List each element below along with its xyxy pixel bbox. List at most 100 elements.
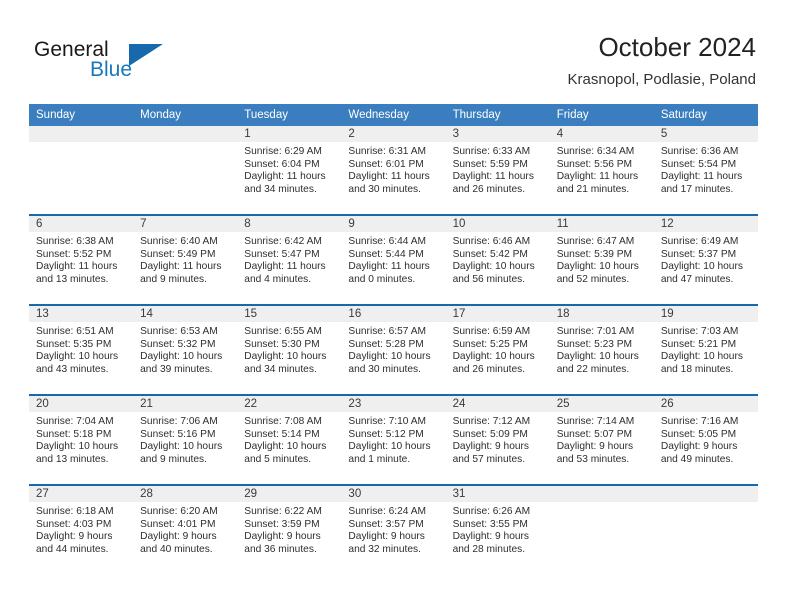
general-blue-logo[interactable]: General Blue [34, 38, 224, 90]
sunrise-text: Sunrise: 6:33 AM [452, 146, 531, 157]
daylight-text-line2: and 36 minutes. [244, 543, 317, 555]
day-cell-empty [653, 486, 758, 574]
daylight-text-line2: and 22 minutes. [556, 363, 630, 375]
daylight-text-line2: and 28 minutes. [452, 543, 526, 555]
day-details: Sunrise: 7:12 AM Sunset: 5:09 PM Daylight:… [446, 412, 550, 466]
weekday-header-wednesday: Wednesday [348, 109, 409, 121]
day-cell[interactable]: 15 Sunrise: 6:55 AM Sunset: 5:30 PM Dayligh… [237, 306, 342, 394]
sunrise-text: Sunrise: 6:20 AM [140, 506, 218, 517]
day-cell[interactable]: 21 Sunrise: 7:06 AM Sunset: 5:16 PM Dayligh… [133, 396, 238, 484]
daylight-text-line2: and 30 minutes. [348, 183, 421, 195]
day-details: Sunrise: 6:20 AM Sunset: 4:01 PM Daylight:… [133, 502, 237, 556]
day-number: 14 [133, 306, 238, 322]
daylight-text-line2: and 4 minutes. [244, 273, 312, 285]
day-cell[interactable]: 3 Sunrise: 6:33 AM Sunset: 5:59 PM Daylight… [445, 126, 550, 214]
day-cell[interactable]: 1 Sunrise: 6:29 AM Sunset: 6:04 PM Daylight… [237, 126, 342, 214]
day-cell[interactable]: 7 Sunrise: 6:40 AM Sunset: 5:49 PM Daylight… [133, 216, 238, 304]
sunset-text: Sunset: 5:56 PM [556, 158, 633, 170]
logo-triangle-icon [129, 44, 163, 66]
daylight-text-line2: and 17 minutes. [660, 183, 734, 195]
day-details: Sunrise: 7:01 AM Sunset: 5:23 PM Daylight:… [550, 322, 654, 376]
day-details: Sunrise: 6:36 AM Sunset: 5:54 PM Daylight:… [654, 142, 758, 196]
daylight-text-line2: and 5 minutes. [244, 453, 312, 465]
sunrise-text: Sunrise: 6:29 AM [244, 146, 322, 157]
daylight-text-line1: Daylight: 10 hours [244, 441, 327, 453]
day-number: 28 [133, 486, 238, 502]
day-cell[interactable]: 29 Sunrise: 6:22 AM Sunset: 3:59 PM Dayligh… [237, 486, 342, 574]
sunrise-text: Sunrise: 6:24 AM [348, 506, 427, 517]
day-cell[interactable]: 19 Sunrise: 7:03 AM Sunset: 5:21 PM Dayligh… [653, 306, 758, 394]
daylight-text-line2: and 44 minutes. [36, 543, 109, 555]
sunset-text: Sunset: 5:59 PM [452, 158, 528, 170]
day-cell[interactable]: 13 Sunrise: 6:51 AM Sunset: 5:35 PM Dayligh… [29, 306, 134, 394]
day-number: 19 [653, 306, 758, 322]
day-number: 29 [237, 486, 342, 502]
day-details: Sunrise: 6:53 AM Sunset: 5:32 PM Daylight:… [133, 322, 237, 376]
day-number: 2 [341, 126, 446, 142]
day-details: Sunrise: 6:26 AM Sunset: 3:55 PM Daylight:… [446, 502, 550, 556]
day-cell[interactable]: 28 Sunrise: 6:20 AM Sunset: 4:01 PM Dayligh… [133, 486, 238, 574]
day-cell[interactable]: 22 Sunrise: 7:08 AM Sunset: 5:14 PM Dayligh… [237, 396, 342, 484]
day-cell[interactable]: 14 Sunrise: 6:53 AM Sunset: 5:32 PM Dayligh… [133, 306, 238, 394]
day-cell[interactable]: 26 Sunrise: 7:16 AM Sunset: 5:05 PM Dayligh… [653, 396, 758, 484]
day-number: 17 [445, 306, 550, 322]
day-cell[interactable]: 20 Sunrise: 7:04 AM Sunset: 5:18 PM Dayligh… [29, 396, 134, 484]
day-cell-empty [29, 126, 134, 214]
day-details: Sunrise: 6:49 AM Sunset: 5:37 PM Daylight:… [654, 232, 758, 286]
day-cell[interactable]: 5 Sunrise: 6:36 AM Sunset: 5:54 PM Daylight… [653, 126, 758, 214]
daylight-text-line2: and 13 minutes. [36, 273, 109, 285]
day-cell[interactable]: 4 Sunrise: 6:34 AM Sunset: 5:56 PM Daylight… [549, 126, 654, 214]
day-details: Sunrise: 6:38 AM Sunset: 5:52 PM Daylight:… [29, 232, 133, 286]
day-cell-empty [133, 126, 238, 214]
calendar-page: General Blue October 2024 Krasnopol, Pod… [0, 0, 792, 612]
daylight-text-line1: Daylight: 10 hours [452, 351, 535, 363]
day-cell[interactable]: 2 Sunrise: 6:31 AM Sunset: 6:01 PM Daylight… [341, 126, 446, 214]
daylight-text-line2: and 34 minutes. [244, 183, 317, 195]
day-details: Sunrise: 6:59 AM Sunset: 5:25 PM Daylight:… [446, 322, 550, 376]
day-cell[interactable]: 16 Sunrise: 6:57 AM Sunset: 5:28 PM Dayligh… [341, 306, 446, 394]
day-details: Sunrise: 6:34 AM Sunset: 5:56 PM Daylight:… [550, 142, 654, 196]
day-number: 25 [549, 396, 654, 412]
day-details: Sunrise: 6:44 AM Sunset: 5:44 PM Daylight:… [341, 232, 445, 286]
day-number: 15 [237, 306, 342, 322]
day-cell[interactable]: 12 Sunrise: 6:49 AM Sunset: 5:37 PM Dayligh… [653, 216, 758, 304]
day-number: 31 [445, 486, 550, 502]
day-number: 4 [549, 126, 654, 142]
sunrise-text: Sunrise: 6:22 AM [244, 506, 322, 517]
weekday-header-thursday: Thursday [452, 109, 501, 121]
daylight-text-line2: and 9 minutes. [140, 453, 207, 465]
day-cell[interactable]: 11 Sunrise: 6:47 AM Sunset: 5:39 PM Dayligh… [549, 216, 654, 304]
daylight-text-line2: and 0 minutes. [348, 273, 416, 285]
weekday-header-saturday: Saturday [660, 109, 707, 121]
logo-text-blue: Blue [90, 58, 133, 81]
sunrise-text: Sunrise: 6:26 AM [452, 506, 531, 517]
daylight-text-line2: and 53 minutes. [556, 453, 630, 465]
sunset-text: Sunset: 5:39 PM [556, 248, 633, 260]
sunrise-text: Sunrise: 6:55 AM [244, 326, 322, 337]
day-cell[interactable]: 8 Sunrise: 6:42 AM Sunset: 5:47 PM Daylight… [237, 216, 342, 304]
day-cell[interactable]: 25 Sunrise: 7:14 AM Sunset: 5:07 PM Dayligh… [549, 396, 654, 484]
day-number [549, 486, 654, 502]
day-cell[interactable]: 18 Sunrise: 7:01 AM Sunset: 5:23 PM Dayligh… [549, 306, 654, 394]
day-cell[interactable]: 27 Sunrise: 6:18 AM Sunset: 4:03 PM Dayligh… [29, 486, 134, 574]
day-cell[interactable]: 30 Sunrise: 6:24 AM Sunset: 3:57 PM Dayligh… [341, 486, 446, 574]
day-number: 13 [29, 306, 134, 322]
daylight-text-line2: and 49 minutes. [660, 453, 734, 465]
day-cell[interactable]: 10 Sunrise: 6:46 AM Sunset: 5:42 PM Dayligh… [445, 216, 550, 304]
day-cell[interactable]: 24 Sunrise: 7:12 AM Sunset: 5:09 PM Dayligh… [445, 396, 550, 484]
sunset-text: Sunset: 5:21 PM [660, 338, 737, 350]
sunrise-text: Sunrise: 6:59 AM [452, 326, 531, 337]
day-cell[interactable]: 31 Sunrise: 6:26 AM Sunset: 3:55 PM Dayligh… [445, 486, 550, 574]
daylight-text-line1: Daylight: 10 hours [36, 351, 119, 363]
sunrise-text: Sunrise: 6:49 AM [660, 236, 739, 247]
daylight-text-line2: and 30 minutes. [348, 363, 421, 375]
day-details: Sunrise: 7:04 AM Sunset: 5:18 PM Daylight:… [29, 412, 133, 466]
day-cell[interactable]: 17 Sunrise: 6:59 AM Sunset: 5:25 PM Dayligh… [445, 306, 550, 394]
day-cell[interactable]: 9 Sunrise: 6:44 AM Sunset: 5:44 PM Daylight… [341, 216, 446, 304]
day-cell[interactable]: 23 Sunrise: 7:10 AM Sunset: 5:12 PM Dayligh… [341, 396, 446, 484]
day-details: Sunrise: 7:16 AM Sunset: 5:05 PM Daylight:… [654, 412, 758, 466]
daylight-text-line1: Daylight: 9 hours [556, 441, 634, 453]
sunrise-text: Sunrise: 6:44 AM [348, 236, 427, 247]
page-subtitle: Krasnopol, Podlasie, Poland [567, 71, 756, 88]
day-cell[interactable]: 6 Sunrise: 6:38 AM Sunset: 5:52 PM Daylight… [29, 216, 134, 304]
